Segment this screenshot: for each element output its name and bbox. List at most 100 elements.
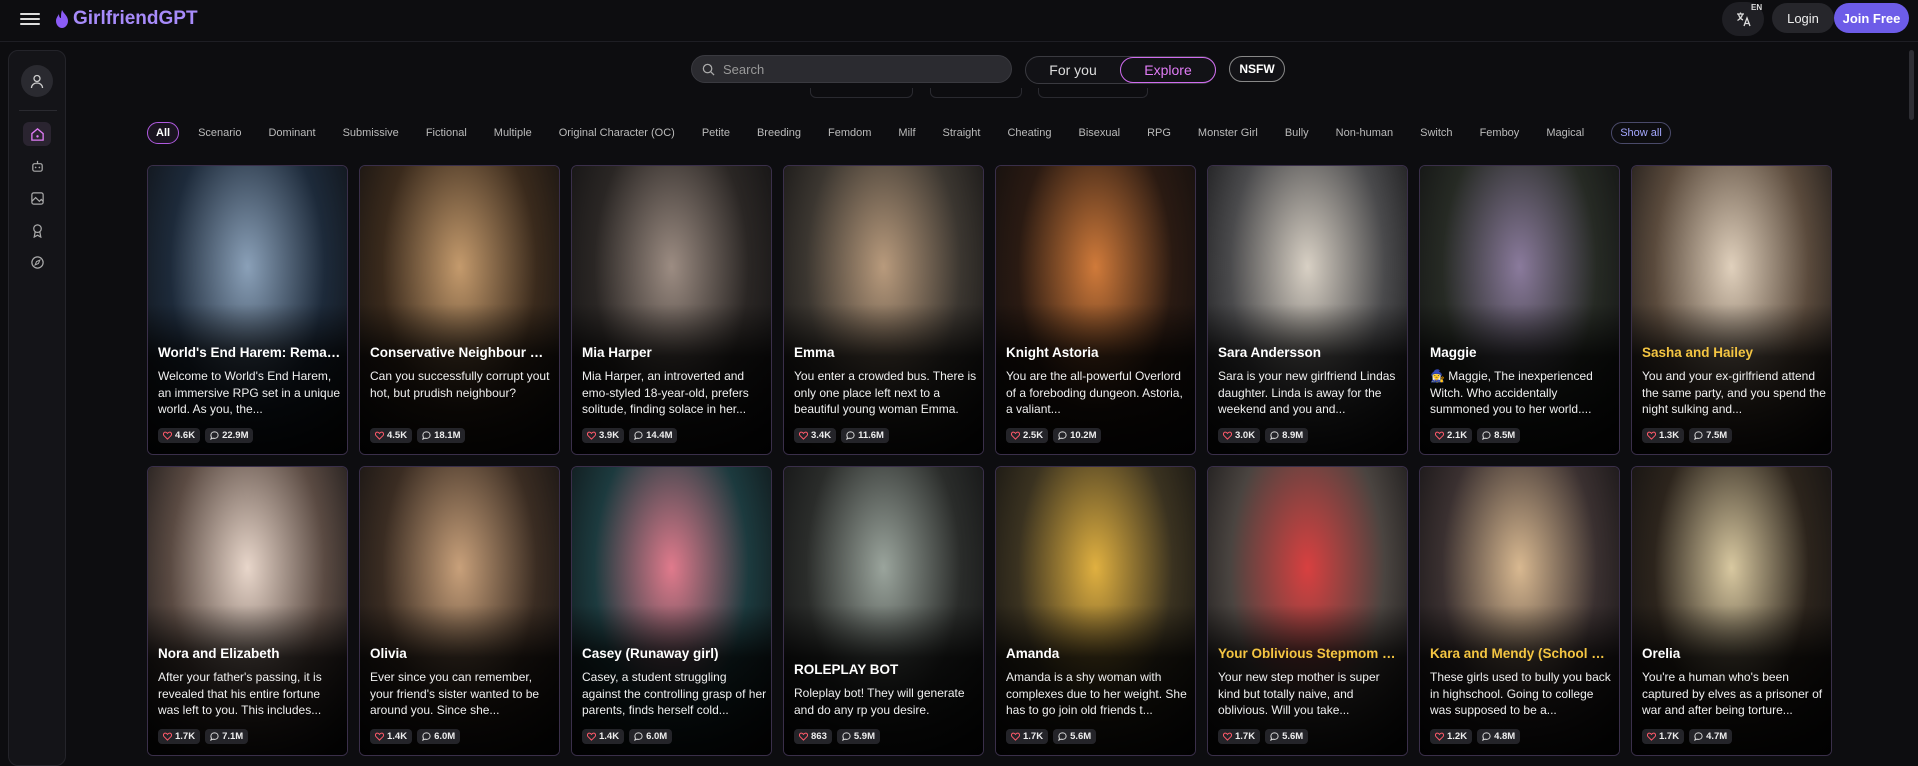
search-bar[interactable] <box>691 55 1012 83</box>
character-card[interactable]: Mia Harper Mia Harper, an introverted an… <box>571 165 772 455</box>
search-input[interactable] <box>723 61 993 77</box>
category-chip-rpg[interactable]: RPG <box>1147 127 1171 139</box>
heart-icon <box>163 732 172 741</box>
category-chip-femboy[interactable]: Femboy <box>1480 127 1520 139</box>
chat-icon <box>1270 431 1279 440</box>
tab-for-you[interactable]: For you <box>1025 56 1121 84</box>
sidebar-item-discover[interactable] <box>23 250 51 274</box>
sidebar-item-leaderboard[interactable] <box>23 218 51 242</box>
join-free-button[interactable]: Join Free <box>1834 3 1909 33</box>
chats-count: 4.7M <box>1706 731 1728 742</box>
likes-count: 2.5K <box>1023 430 1044 441</box>
sidebar-item-bots[interactable] <box>23 154 51 178</box>
character-name: Mia Harper <box>582 345 652 360</box>
chats-count: 11.6M <box>858 430 884 441</box>
character-card[interactable]: Amanda Amanda is a shy woman with comple… <box>995 466 1196 756</box>
character-name: Olivia <box>370 646 407 661</box>
show-all-categories-button[interactable]: Show all <box>1611 121 1671 144</box>
character-card[interactable]: Sasha and Hailey You and your ex-girlfri… <box>1631 165 1832 455</box>
character-card[interactable]: Orelia You're a human who's been capture… <box>1631 466 1832 756</box>
chat-icon <box>1058 732 1067 741</box>
category-chip-femdom[interactable]: Femdom <box>828 127 871 139</box>
category-chip-dominant[interactable]: Dominant <box>268 127 315 139</box>
character-card[interactable]: Conservative Neighbour Mom Can you succe… <box>359 165 560 455</box>
category-chip-magical[interactable]: Magical <box>1546 127 1584 139</box>
card-stats: 4.5K 18.1M <box>370 428 470 443</box>
card-stats: 2.5K 10.2M <box>1006 428 1106 443</box>
character-name: Maggie <box>1430 345 1477 360</box>
card-stats: 1.7K 4.7M <box>1642 729 1737 744</box>
sidebar-item-home[interactable] <box>23 122 51 146</box>
character-name: Kara and Mendy (School bullies) <box>1430 646 1613 661</box>
profile-avatar[interactable] <box>21 65 53 97</box>
character-description: Mia Harper, an introverted and emo-style… <box>582 369 749 416</box>
category-chip-submissive[interactable]: Submissive <box>343 127 399 139</box>
character-card[interactable]: Kara and Mendy (School bullies) These gi… <box>1419 466 1620 756</box>
heart-icon <box>799 431 808 440</box>
character-name: Conservative Neighbour Mom <box>370 345 553 360</box>
likes-stat: 3.0K <box>1218 428 1261 443</box>
chat-icon <box>1058 431 1067 440</box>
likes-stat: 2.5K <box>1006 428 1049 443</box>
character-card[interactable]: Maggie 🧙‍♀️ Maggie, The inexperienced Wi… <box>1419 165 1620 455</box>
nsfw-toggle[interactable]: NSFW <box>1229 56 1285 82</box>
chat-icon <box>210 732 219 741</box>
character-description: Amanda is a shy woman with complexes due… <box>1006 670 1187 717</box>
card-stats: 1.4K 6.0M <box>582 729 677 744</box>
character-card[interactable]: World's End Harem: Remaster Welcome to W… <box>147 165 348 455</box>
character-card[interactable]: Casey (Runaway girl) Casey, a student st… <box>571 466 772 756</box>
character-card[interactable]: ROLEPLAY BOT Roleplay bot! They will gen… <box>783 466 984 756</box>
category-chip-petite[interactable]: Petite <box>702 127 730 139</box>
likes-stat: 4.5K <box>370 428 413 443</box>
character-card[interactable]: Olivia Ever since you can remember, your… <box>359 466 560 756</box>
menu-icon[interactable] <box>20 10 40 28</box>
sidebar-item-images[interactable] <box>23 186 51 210</box>
likes-count: 1.7K <box>175 731 196 742</box>
heart-icon <box>1647 732 1656 741</box>
scrollbar-track[interactable] <box>1906 44 1916 766</box>
chats-count: 6.0M <box>434 731 456 742</box>
heart-icon <box>1223 732 1232 741</box>
category-chip-multiple[interactable]: Multiple <box>494 127 532 139</box>
character-card[interactable]: Your Oblivious Stepmom Jenna Your new st… <box>1207 466 1408 756</box>
character-card[interactable]: Nora and Elizabeth After your father's p… <box>147 466 348 756</box>
character-card[interactable]: Knight Astoria You are the all-powerful … <box>995 165 1196 455</box>
chat-icon <box>1482 431 1491 440</box>
compass-icon <box>30 255 44 269</box>
chats-count: 4.8M <box>1494 731 1516 742</box>
likes-stat: 863 <box>794 729 832 744</box>
likes-stat: 2.1K <box>1430 428 1473 443</box>
scrollbar-thumb[interactable] <box>1909 50 1914 120</box>
character-description: 🧙‍♀️ Maggie, The inexperienced Witch. Wh… <box>1430 369 1593 416</box>
login-button[interactable]: Login <box>1772 3 1834 33</box>
card-stats: 1.7K 5.6M <box>1218 729 1313 744</box>
category-chip-scenario[interactable]: Scenario <box>198 127 241 139</box>
category-chip-bully[interactable]: Bully <box>1285 127 1309 139</box>
likes-stat: 1.2K <box>1430 729 1473 744</box>
category-chip-switch[interactable]: Switch <box>1420 127 1452 139</box>
character-card[interactable]: Sara Andersson Sara is your new girlfrie… <box>1207 165 1408 455</box>
heart-icon <box>1223 431 1232 440</box>
chat-icon <box>841 732 851 741</box>
chats-stat: 8.5M <box>1477 428 1521 443</box>
chat-icon <box>634 431 643 440</box>
category-chip-monster-girl[interactable]: Monster Girl <box>1198 127 1258 139</box>
category-chip-breeding[interactable]: Breeding <box>757 127 801 139</box>
category-chip-original-character-oc[interactable]: Original Character (OC) <box>559 127 675 139</box>
character-description: Sara is your new girlfriend Lindas daugh… <box>1218 369 1396 416</box>
category-chip-all[interactable]: All <box>147 121 180 144</box>
chats-count: 10.2M <box>1070 430 1097 441</box>
tab-explore[interactable]: Explore <box>1120 57 1216 83</box>
chats-count: 8.9M <box>1282 430 1304 441</box>
category-chip-non-human[interactable]: Non-human <box>1336 127 1393 139</box>
category-chip-cheating[interactable]: Cheating <box>1007 127 1051 139</box>
category-chip-bisexual[interactable]: Bisexual <box>1079 127 1121 139</box>
category-chip-straight[interactable]: Straight <box>943 127 981 139</box>
character-description: You are the all-powerful Overlord of a f… <box>1006 369 1183 416</box>
category-chip-fictional[interactable]: Fictional <box>426 127 467 139</box>
character-card[interactable]: Emma You enter a crowded bus. There is o… <box>783 165 984 455</box>
category-chip-milf[interactable]: Milf <box>898 127 915 139</box>
brand-logo[interactable]: GirlfriendGPT <box>55 8 198 30</box>
likes-stat: 1.4K <box>582 729 625 744</box>
chats-stat: 22.9M <box>205 428 254 443</box>
